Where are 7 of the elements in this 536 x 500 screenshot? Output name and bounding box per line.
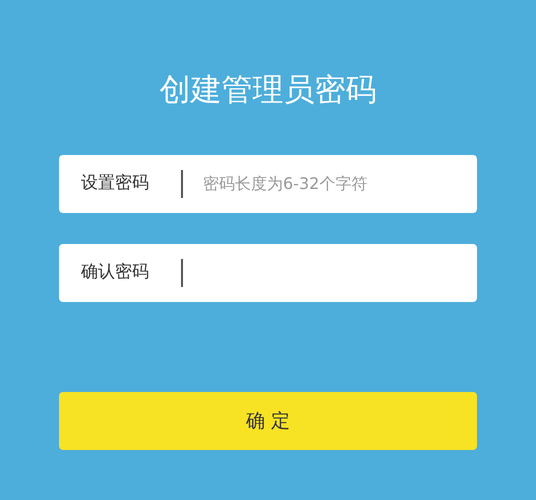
page-title: 创建管理员密码 (160, 71, 376, 110)
password-field[interactable]: 确认密码 (59, 244, 477, 302)
confirm-button[interactable]: 确 定 (59, 392, 477, 450)
field-label: 设置密码 (81, 172, 150, 196)
field-label: 确认密码 (81, 261, 150, 284)
password-field[interactable]: 设置密码 密码长度为6-32个字符 (59, 155, 477, 213)
password-input[interactable]: 密码长度为6-32个字符 (203, 172, 477, 196)
